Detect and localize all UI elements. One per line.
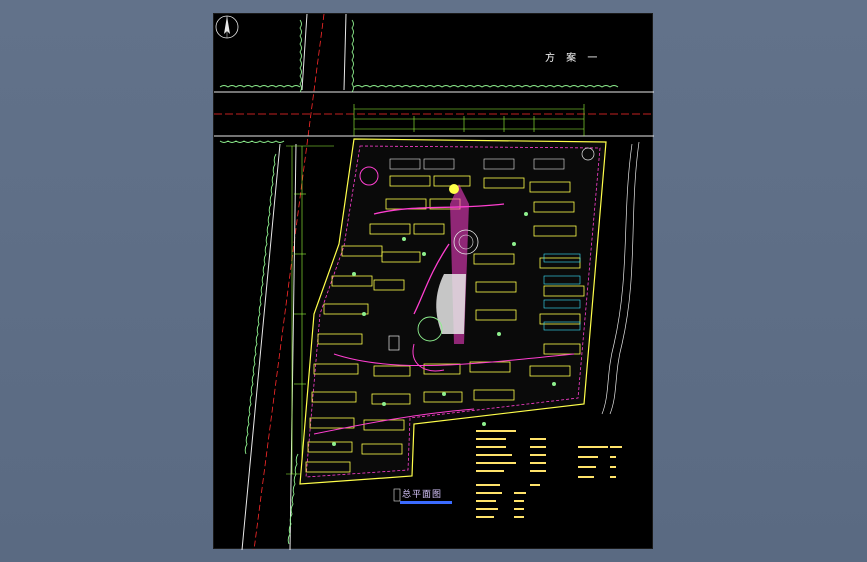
data-table	[476, 430, 622, 518]
plan-title: 总平面图	[402, 490, 443, 500]
river-edge	[601, 141, 640, 415]
cad-viewport[interactable]: 方 案 一 总平面图	[0, 0, 867, 562]
scheme-label: 方 案 一	[545, 53, 602, 64]
drawing-sheet[interactable]: 方 案 一 总平面图	[213, 13, 654, 550]
horizontal-road	[214, 91, 654, 137]
plan-title-underline	[400, 501, 452, 504]
north-arrow-icon	[215, 15, 239, 39]
top-dimensions	[353, 104, 585, 136]
site-plan-drawing	[214, 14, 654, 550]
